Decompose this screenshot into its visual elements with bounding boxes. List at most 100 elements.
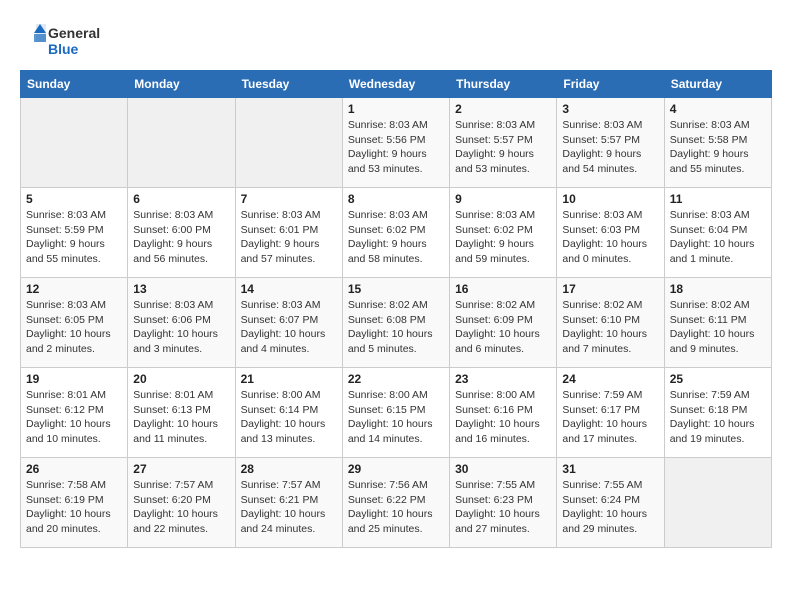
day-number: 16 — [455, 282, 551, 296]
day-info: Sunrise: 7:55 AM Sunset: 6:24 PM Dayligh… — [562, 478, 658, 537]
calendar-header: SundayMondayTuesdayWednesdayThursdayFrid… — [21, 71, 772, 98]
day-number: 28 — [241, 462, 337, 476]
calendar-cell: 16 Sunrise: 8:02 AM Sunset: 6:09 PM Dayli… — [450, 278, 557, 368]
day-info: Sunrise: 7:57 AM Sunset: 6:20 PM Dayligh… — [133, 478, 229, 537]
day-info: Sunrise: 8:03 AM Sunset: 6:07 PM Dayligh… — [241, 298, 337, 357]
calendar-week-row: 5 Sunrise: 8:03 AM Sunset: 5:59 PM Daylig… — [21, 188, 772, 278]
calendar-cell: 9 Sunrise: 8:03 AM Sunset: 6:02 PM Daylig… — [450, 188, 557, 278]
day-number: 4 — [670, 102, 766, 116]
page-header: General Blue — [20, 20, 772, 60]
day-info: Sunrise: 8:03 AM Sunset: 6:05 PM Dayligh… — [26, 298, 122, 357]
day-info: Sunrise: 8:02 AM Sunset: 6:10 PM Dayligh… — [562, 298, 658, 357]
day-info: Sunrise: 7:55 AM Sunset: 6:23 PM Dayligh… — [455, 478, 551, 537]
calendar-cell: 20Sunrise: 8:01 AM Sunset: 6:13 PM Dayli… — [128, 368, 235, 458]
day-info: Sunrise: 8:03 AM Sunset: 5:56 PM Dayligh… — [348, 118, 444, 177]
day-info: Sunrise: 8:03 AM Sunset: 6:00 PM Dayligh… — [133, 208, 229, 267]
calendar-table: SundayMondayTuesdayWednesdayThursdayFrid… — [20, 70, 772, 548]
day-number: 6 — [133, 192, 229, 206]
day-number: 23 — [455, 372, 551, 386]
day-number: 5 — [26, 192, 122, 206]
calendar-cell: 2 Sunrise: 8:03 AM Sunset: 5:57 PM Daylig… — [450, 98, 557, 188]
logo: General Blue — [20, 20, 110, 60]
calendar-cell — [21, 98, 128, 188]
day-number: 19 — [26, 372, 122, 386]
day-number: 20 — [133, 372, 229, 386]
day-info: Sunrise: 8:02 AM Sunset: 6:11 PM Dayligh… — [670, 298, 766, 357]
calendar-cell: 1 Sunrise: 8:03 AM Sunset: 5:56 PM Daylig… — [342, 98, 449, 188]
calendar-cell: 3 Sunrise: 8:03 AM Sunset: 5:57 PM Daylig… — [557, 98, 664, 188]
day-number: 10 — [562, 192, 658, 206]
weekday-header-saturday: Saturday — [664, 71, 771, 98]
calendar-cell: 18 Sunrise: 8:02 AM Sunset: 6:11 PM Dayli… — [664, 278, 771, 368]
day-number: 25 — [670, 372, 766, 386]
calendar-cell: 29 Sunrise: 7:56 AM Sunset: 6:22 PM Dayli… — [342, 458, 449, 548]
day-number: 24 — [562, 372, 658, 386]
day-number: 14 — [241, 282, 337, 296]
logo-svg: General Blue — [20, 20, 110, 60]
day-number: 1 — [348, 102, 444, 116]
day-number: 7 — [241, 192, 337, 206]
calendar-week-row: 12 Sunrise: 8:03 AM Sunset: 6:05 PM Dayli… — [21, 278, 772, 368]
weekday-header-row: SundayMondayTuesdayWednesdayThursdayFrid… — [21, 71, 772, 98]
calendar-cell: 15 Sunrise: 8:02 AM Sunset: 6:08 PM Dayli… — [342, 278, 449, 368]
calendar-cell: 10 Sunrise: 8:03 AM Sunset: 6:03 PM Dayli… — [557, 188, 664, 278]
calendar-week-row: 1 Sunrise: 8:03 AM Sunset: 5:56 PM Daylig… — [21, 98, 772, 188]
day-number: 9 — [455, 192, 551, 206]
svg-text:Blue: Blue — [48, 41, 79, 57]
day-number: 30 — [455, 462, 551, 476]
calendar-cell: 30 Sunrise: 7:55 AM Sunset: 6:23 PM Dayli… — [450, 458, 557, 548]
day-number: 2 — [455, 102, 551, 116]
day-info: Sunrise: 8:03 AM Sunset: 5:59 PM Dayligh… — [26, 208, 122, 267]
day-info: Sunrise: 8:03 AM Sunset: 5:57 PM Dayligh… — [455, 118, 551, 177]
day-number: 15 — [348, 282, 444, 296]
weekday-header-tuesday: Tuesday — [235, 71, 342, 98]
calendar-cell: 21Sunrise: 8:00 AM Sunset: 6:14 PM Dayli… — [235, 368, 342, 458]
calendar-cell: 11Sunrise: 8:03 AM Sunset: 6:04 PM Dayli… — [664, 188, 771, 278]
day-number: 27 — [133, 462, 229, 476]
day-info: Sunrise: 7:59 AM Sunset: 6:17 PM Dayligh… — [562, 388, 658, 447]
day-info: Sunrise: 8:00 AM Sunset: 6:16 PM Dayligh… — [455, 388, 551, 447]
day-info: Sunrise: 8:03 AM Sunset: 5:57 PM Dayligh… — [562, 118, 658, 177]
day-info: Sunrise: 8:03 AM Sunset: 6:04 PM Dayligh… — [670, 208, 766, 267]
day-info: Sunrise: 8:03 AM Sunset: 6:03 PM Dayligh… — [562, 208, 658, 267]
day-number: 18 — [670, 282, 766, 296]
calendar-cell — [235, 98, 342, 188]
day-info: Sunrise: 8:03 AM Sunset: 6:02 PM Dayligh… — [455, 208, 551, 267]
day-info: Sunrise: 7:58 AM Sunset: 6:19 PM Dayligh… — [26, 478, 122, 537]
calendar-cell: 6 Sunrise: 8:03 AM Sunset: 6:00 PM Daylig… — [128, 188, 235, 278]
calendar-cell: 5 Sunrise: 8:03 AM Sunset: 5:59 PM Daylig… — [21, 188, 128, 278]
calendar-cell: 4 Sunrise: 8:03 AM Sunset: 5:58 PM Daylig… — [664, 98, 771, 188]
day-info: Sunrise: 8:03 AM Sunset: 6:01 PM Dayligh… — [241, 208, 337, 267]
calendar-body: 1 Sunrise: 8:03 AM Sunset: 5:56 PM Daylig… — [21, 98, 772, 548]
calendar-cell: 22Sunrise: 8:00 AM Sunset: 6:15 PM Dayli… — [342, 368, 449, 458]
day-number: 29 — [348, 462, 444, 476]
day-info: Sunrise: 8:02 AM Sunset: 6:08 PM Dayligh… — [348, 298, 444, 357]
calendar-cell: 25Sunrise: 7:59 AM Sunset: 6:18 PM Dayli… — [664, 368, 771, 458]
calendar-cell: 8Sunrise: 8:03 AM Sunset: 6:02 PM Daylig… — [342, 188, 449, 278]
weekday-header-monday: Monday — [128, 71, 235, 98]
calendar-week-row: 19 Sunrise: 8:01 AM Sunset: 6:12 PM Dayli… — [21, 368, 772, 458]
day-info: Sunrise: 7:56 AM Sunset: 6:22 PM Dayligh… — [348, 478, 444, 537]
day-info: Sunrise: 8:03 AM Sunset: 5:58 PM Dayligh… — [670, 118, 766, 177]
weekday-header-thursday: Thursday — [450, 71, 557, 98]
day-number: 17 — [562, 282, 658, 296]
calendar-cell: 19 Sunrise: 8:01 AM Sunset: 6:12 PM Dayli… — [21, 368, 128, 458]
calendar-cell: 28 Sunrise: 7:57 AM Sunset: 6:21 PM Dayli… — [235, 458, 342, 548]
day-number: 3 — [562, 102, 658, 116]
calendar-week-row: 26Sunrise: 7:58 AM Sunset: 6:19 PM Dayli… — [21, 458, 772, 548]
day-info: Sunrise: 8:01 AM Sunset: 6:12 PM Dayligh… — [26, 388, 122, 447]
calendar-cell: 31Sunrise: 7:55 AM Sunset: 6:24 PM Dayli… — [557, 458, 664, 548]
day-number: 12 — [26, 282, 122, 296]
day-info: Sunrise: 8:00 AM Sunset: 6:15 PM Dayligh… — [348, 388, 444, 447]
calendar-cell: 12 Sunrise: 8:03 AM Sunset: 6:05 PM Dayli… — [21, 278, 128, 368]
calendar-cell: 17 Sunrise: 8:02 AM Sunset: 6:10 PM Dayli… — [557, 278, 664, 368]
day-info: Sunrise: 8:03 AM Sunset: 6:02 PM Dayligh… — [348, 208, 444, 267]
day-info: Sunrise: 8:00 AM Sunset: 6:14 PM Dayligh… — [241, 388, 337, 447]
day-info: Sunrise: 8:02 AM Sunset: 6:09 PM Dayligh… — [455, 298, 551, 357]
calendar-cell — [664, 458, 771, 548]
weekday-header-wednesday: Wednesday — [342, 71, 449, 98]
calendar-cell: 7 Sunrise: 8:03 AM Sunset: 6:01 PM Daylig… — [235, 188, 342, 278]
svg-text:General: General — [48, 25, 100, 41]
day-info: Sunrise: 7:57 AM Sunset: 6:21 PM Dayligh… — [241, 478, 337, 537]
calendar-cell: 26Sunrise: 7:58 AM Sunset: 6:19 PM Dayli… — [21, 458, 128, 548]
